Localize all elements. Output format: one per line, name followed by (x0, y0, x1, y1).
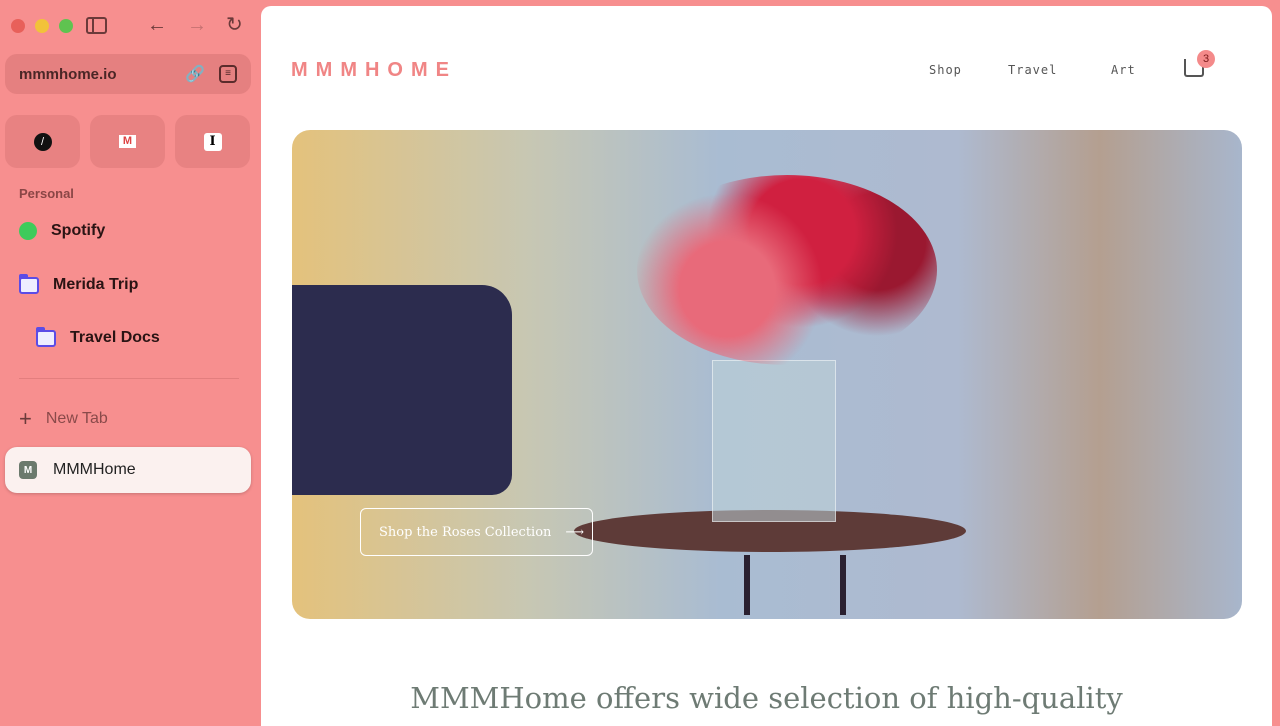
hero-image: Shop the Roses Collection ⟶ (292, 130, 1242, 619)
folder-icon (19, 273, 39, 294)
table-leg (744, 555, 750, 615)
plus-icon: + (19, 406, 32, 431)
vase (712, 360, 836, 522)
sidebar: ← → ↻ mmmhome.io 🔗 ≡ / M I Personal Spot… (0, 0, 260, 720)
table-leg (840, 555, 846, 615)
sidebar-item-merida-trip[interactable]: Merida Trip (19, 273, 139, 294)
minimize-button[interactable] (35, 19, 49, 33)
reload-icon[interactable]: ↻ (226, 15, 243, 35)
folder-icon (36, 326, 56, 347)
url-bar[interactable]: mmmhome.io 🔗 ≡ (5, 54, 251, 94)
nav-art[interactable]: Art (1111, 63, 1136, 77)
window-controls (11, 19, 73, 33)
sidebar-item-spotify[interactable]: Spotify (19, 222, 105, 240)
item-label: Spotify (51, 222, 106, 239)
roses (637, 175, 937, 365)
sidebar-item-travel-docs[interactable]: Travel Docs (36, 326, 160, 347)
cart-badge: 3 (1197, 50, 1215, 68)
maximize-button[interactable] (59, 19, 73, 33)
nav-shop[interactable]: Shop (929, 63, 962, 77)
sidebar-toggle-icon[interactable] (86, 17, 107, 34)
tab-label: MMMHome (53, 461, 136, 478)
chair (292, 285, 512, 495)
cta-label: Shop the Roses Collection (379, 524, 552, 540)
pinned-gmail[interactable]: M (90, 115, 165, 168)
instapaper-icon: I (203, 132, 222, 151)
close-button[interactable] (11, 19, 25, 33)
section-label: Personal (19, 186, 74, 201)
arrow-right-icon: ⟶ (565, 524, 585, 540)
pinned-tabs: / M I (5, 115, 250, 168)
notion-icon: / (33, 132, 52, 151)
pinned-notion[interactable]: / (5, 115, 80, 168)
site-logo[interactable]: MMMHOME (291, 59, 457, 82)
favicon: M (19, 461, 37, 479)
link-icon[interactable]: 🔗 (185, 64, 205, 84)
new-tab-button[interactable]: + New Tab (19, 406, 108, 432)
back-icon[interactable]: ← (147, 15, 167, 35)
url-text: mmmhome.io (19, 65, 117, 83)
nav-travel[interactable]: Travel (1008, 63, 1057, 77)
web-page: MMMHOME Shop Travel Art 3 Shop the Roses… (261, 6, 1272, 726)
item-label: Travel Docs (70, 329, 160, 346)
gmail-icon: M (119, 135, 136, 148)
tagline: MMMHome offers wide selection of high-qu… (410, 681, 1123, 715)
forward-icon[interactable]: → (187, 15, 207, 35)
item-label: Merida Trip (53, 276, 139, 293)
tab-mmmhome[interactable]: M MMMHome (5, 447, 251, 493)
shop-roses-button[interactable]: Shop the Roses Collection ⟶ (360, 508, 593, 556)
new-tab-label: New Tab (45, 410, 108, 427)
spotify-icon (19, 222, 37, 240)
pinned-instapaper[interactable]: I (175, 115, 250, 168)
divider (19, 378, 239, 379)
settings-icon[interactable]: ≡ (219, 65, 237, 83)
